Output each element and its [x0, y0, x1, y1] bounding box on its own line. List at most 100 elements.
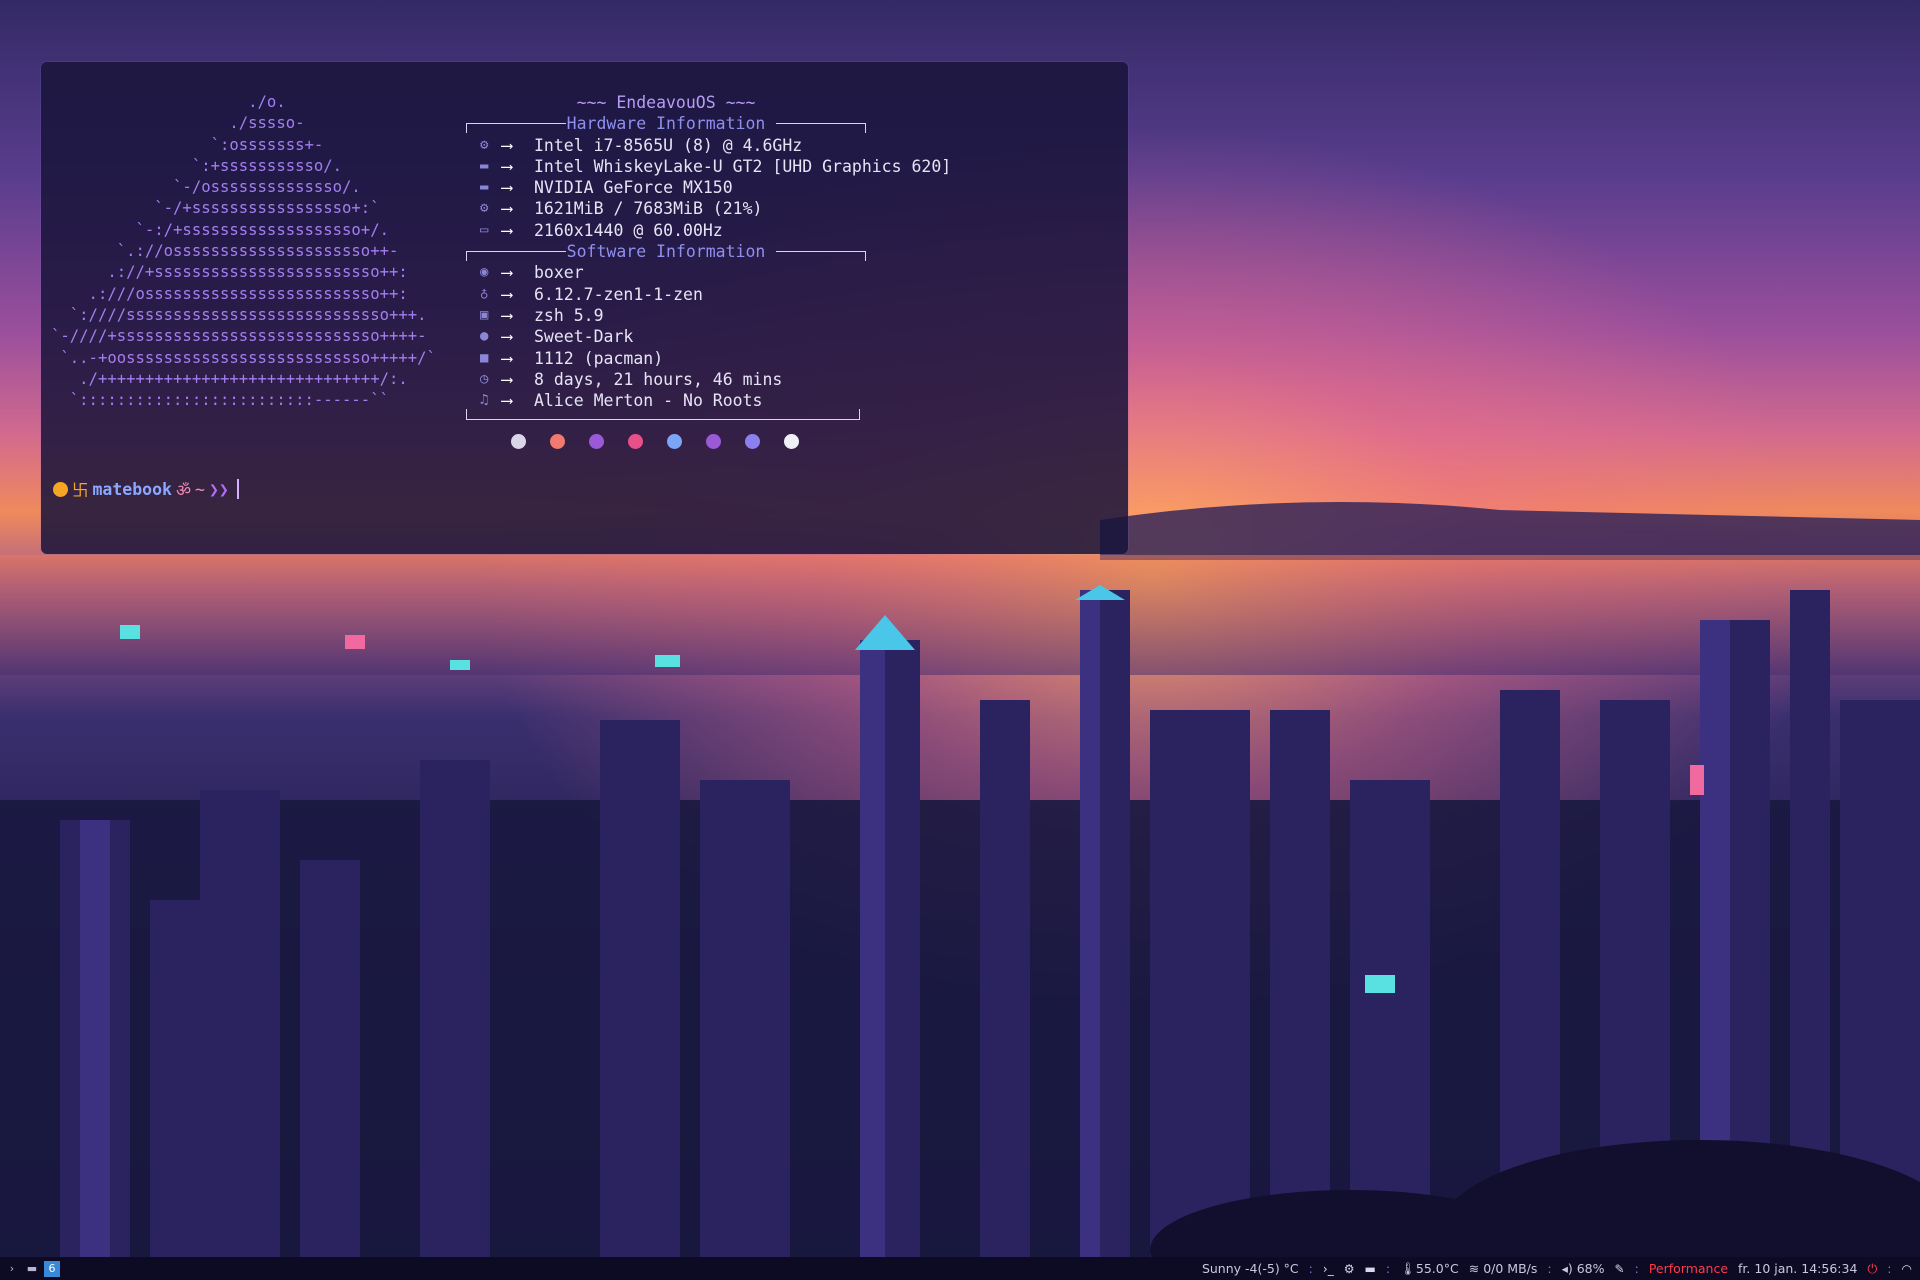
weather-widget[interactable]: Sunny -4(-5) °C — [1202, 1261, 1299, 1276]
separator: : — [1634, 1261, 1639, 1276]
software-row: ♁ ⟶ 6.12.7-zen1-1-zen — [466, 284, 951, 305]
arrow-icon: ⟶ — [502, 178, 512, 198]
wifi-icon[interactable]: ◠ — [1902, 1262, 1912, 1276]
hardware-section-header: Hardware Information — [466, 113, 866, 134]
workspace-6[interactable]: 6 — [44, 1260, 60, 1277]
hardware-value: 1621MiB / 7683MiB (21%) — [534, 199, 763, 219]
arrow-icon: ⟶ — [502, 263, 512, 283]
hardware-row: ⚙ ⟶ 1621MiB / 7683MiB (21%) — [466, 198, 951, 219]
ascii-logo-line: `-/+sssssssssssssssso+:` — [51, 199, 380, 218]
arrow-icon: ⟶ — [502, 199, 512, 219]
user-icon: ◉ — [480, 264, 489, 281]
brightness-icon[interactable]: ✎ — [1615, 1262, 1625, 1276]
prompt-cwd: ~ — [195, 479, 205, 499]
palette-dot — [784, 434, 799, 450]
arrow-icon: ⟶ — [502, 135, 512, 155]
ascii-logo-line: `:////ssssssssssssssssssssssssssso+++. — [51, 305, 427, 324]
fastfetch-info: ~~~ EndeavouOS ~~~ Hardware Information … — [466, 92, 951, 450]
music-icon: ♫ — [480, 392, 489, 409]
software-section-header: Software Information — [466, 241, 866, 262]
gpu-icon: ▬ — [480, 179, 489, 196]
hardware-row: ▬ ⟶ NVIDIA GeForce MX150 — [466, 177, 951, 198]
prompt-arrows: ❯❯ — [208, 479, 229, 499]
power-icon[interactable]: ⏻ — [1867, 1261, 1877, 1277]
terminal-window[interactable]: ./o. ./sssso- `:osssssss+- `:+ssssssssss… — [41, 62, 1128, 554]
status-area: Sunny -4(-5) °C : ›_ ⚙ ▬ : 🌡55.0°C ≋ 0/0… — [1202, 1261, 1920, 1277]
prompt-hostname: matebook — [92, 479, 172, 499]
clock-icon: ◷ — [480, 370, 489, 387]
ascii-logo-line: `-/ossssssssssssso/. — [51, 178, 361, 197]
terminal-icon[interactable]: › — [4, 1261, 20, 1277]
cpu-temperature[interactable]: 🌡55.0°C — [1400, 1261, 1459, 1277]
prompt-om-icon: ॐ — [175, 480, 192, 500]
software-value: boxer — [534, 263, 584, 283]
status-dot-icon — [53, 481, 68, 497]
volume-indicator[interactable]: ◂) 68% — [1562, 1261, 1605, 1276]
arrow-icon: ⟶ — [502, 156, 512, 176]
palette-dot — [706, 434, 721, 450]
software-row: ◷ ⟶ 8 days, 21 hours, 46 mins — [466, 369, 951, 390]
ascii-logo-line: ./++++++++++++++++++++++++++++++/:. — [51, 369, 408, 388]
folder-icon[interactable]: ▬ — [24, 1261, 40, 1277]
kernel-icon: ♁ — [480, 285, 489, 302]
palette-dot — [550, 434, 565, 450]
software-list: ◉ ⟶ boxer ♁ ⟶ 6.12.7-zen1-1-zen ▣ ⟶ zsh 5.9 ● ⟶ Swe… — [466, 262, 951, 411]
separator: : — [1547, 1261, 1552, 1276]
workspace-switcher: › ▬ 6 — [0, 1260, 60, 1277]
hardware-value: Intel WhiskeyLake-U GT2 [UHD Graphics 62… — [534, 156, 952, 176]
palette-dot — [667, 434, 682, 450]
ascii-logo-line: `-:/+sssssssssssssssssso+/. — [51, 220, 389, 239]
ascii-logo-line: ./o. — [51, 93, 286, 111]
cpu-icon: ⚙ — [480, 136, 489, 153]
speaker-icon: ◂) — [1561, 1261, 1573, 1276]
palette-dot — [589, 434, 604, 450]
settings-icon[interactable]: ⚙ — [1344, 1262, 1355, 1276]
software-value: Sweet-Dark — [534, 327, 634, 347]
separator: : — [1887, 1261, 1892, 1276]
arrow-icon: ⟶ — [502, 327, 512, 347]
software-value: 8 days, 21 hours, 46 mins — [534, 369, 783, 389]
ascii-logo-line: `:osssssss+- — [51, 135, 324, 154]
ascii-logo-line: `..-+oossssssssssssssssssssssssso+++++/` — [51, 348, 436, 367]
taskbar: › ▬ 6 Sunny -4(-5) °C : ›_ ⚙ ▬ : 🌡55.0°C… — [0, 1257, 1920, 1280]
arrow-icon: ⟶ — [502, 391, 512, 411]
terminal-icon[interactable]: ›_ — [1323, 1262, 1334, 1276]
palette-dot — [628, 434, 643, 450]
folder-icon[interactable]: ▬ — [1364, 1262, 1375, 1276]
clock[interactable]: fr. 10 jan. 14:56:34 — [1738, 1261, 1857, 1276]
text-cursor[interactable] — [236, 479, 239, 499]
arrow-icon: ⟶ — [502, 220, 512, 240]
ascii-logo-line: `:+sssssssssso/. — [51, 156, 343, 175]
ascii-logo-line: `:::::::::::::::::::::::::------`` — [51, 391, 389, 410]
theme-icon: ● — [480, 328, 489, 345]
software-value: 1112 (pacman) — [534, 348, 664, 368]
distro-title: ~~~ EndeavouOS ~~~ — [576, 93, 756, 112]
thermometer-icon: 🌡 — [1400, 1260, 1416, 1276]
color-palette — [466, 434, 951, 450]
prompt-symbol-icon: 卐 — [72, 481, 89, 500]
shell-prompt[interactable]: 卐 matebook ॐ ~ ❯❯ — [53, 477, 239, 501]
arrow-icon: ⟶ — [502, 305, 512, 325]
package-icon: ■ — [480, 349, 489, 366]
ascii-logo-line: `-////+ssssssssssssssssssssssssssso++++- — [51, 327, 427, 346]
ascii-logo-line: `.://osssssssssssssssssssso++- — [51, 242, 399, 261]
arrow-icon: ⟶ — [502, 348, 512, 368]
hardware-row: ▬ ⟶ Intel WhiskeyLake-U GT2 [UHD Graphics … — [466, 156, 951, 177]
display-icon: ▭ — [480, 221, 489, 238]
ascii-logo-line: .://+ssssssssssssssssssssssso++: — [51, 263, 408, 282]
shell-icon: ▣ — [480, 306, 489, 323]
separator: : — [1385, 1261, 1391, 1276]
software-row: ● ⟶ Sweet-Dark — [466, 326, 951, 347]
software-row: ▣ ⟶ zsh 5.9 — [466, 305, 951, 326]
software-row: ■ ⟶ 1112 (pacman) — [466, 348, 951, 369]
endeavouros-ascii-logo: ./o. ./sssso- `:osssssss+- `:+ssssssssss… — [51, 92, 436, 411]
power-profile[interactable]: Performance — [1649, 1261, 1728, 1276]
hardware-value: NVIDIA GeForce MX150 — [534, 178, 733, 198]
hardware-value: Intel i7-8565U (8) @ 4.6GHz — [534, 135, 803, 155]
arrow-icon: ⟶ — [502, 284, 512, 304]
network-speed[interactable]: ≋ 0/0 MB/s — [1469, 1261, 1538, 1276]
ascii-logo-line: ./sssso- — [51, 114, 305, 133]
memory-icon: ⚙ — [480, 200, 489, 217]
palette-dot — [745, 434, 760, 450]
gpu-icon: ▬ — [480, 157, 489, 174]
